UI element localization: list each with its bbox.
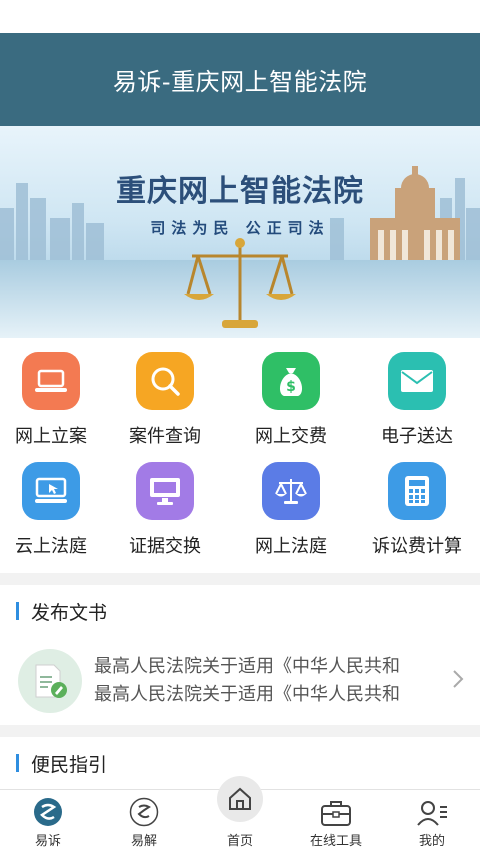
service-label: 证据交换	[129, 536, 201, 557]
documents-list[interactable]: 最高人民法院关于适用《中华人民共和 最高人民法院关于适用《中华人民共和	[0, 637, 480, 725]
tab-label: 易诉	[34, 834, 61, 849]
service-fee-calculator[interactable]: 诉讼费计算	[354, 462, 480, 572]
documents-header: 发布文书	[0, 585, 480, 637]
service-cloud-court[interactable]: 云上法庭	[0, 462, 102, 572]
accent-bar	[16, 754, 19, 772]
section-title: 便民指引	[31, 753, 108, 776]
tab-mine[interactable]: 我的	[384, 790, 480, 853]
scales-of-justice-icon	[184, 238, 296, 328]
bottom-tab-bar: 易诉 易解 首页 在线工具 我的	[0, 776, 480, 853]
service-evidence-exchange[interactable]: 证据交换	[102, 462, 228, 572]
service-e-delivery[interactable]: 电子送达	[354, 352, 480, 462]
service-online-payment[interactable]: $ 网上交费	[228, 352, 354, 462]
briefcase-icon	[321, 801, 351, 826]
service-label: 电子送达	[381, 426, 453, 447]
money-bag-icon: $	[262, 352, 320, 410]
tab-yijie[interactable]: 易解	[96, 790, 192, 853]
home-icon	[217, 776, 263, 822]
service-online-court[interactable]: 网上法庭	[228, 462, 354, 572]
title-bar: 易诉-重庆网上智能法院	[0, 33, 480, 126]
svg-text:$: $	[286, 379, 296, 395]
divider	[0, 725, 480, 737]
tab-label: 我的	[418, 834, 445, 849]
monitor-icon	[136, 462, 194, 520]
status-bar	[0, 0, 480, 33]
scales-icon	[262, 462, 320, 520]
service-online-filing[interactable]: 网上立案	[0, 352, 102, 462]
document-item[interactable]: 最高人民法院关于适用《中华人民共和	[94, 653, 400, 681]
tab-label: 首页	[226, 834, 253, 849]
tab-label: 易解	[130, 834, 157, 849]
divider	[0, 573, 480, 585]
banner[interactable]: 重庆网上智能法院 司法为民 公正司法	[0, 126, 480, 338]
service-label: 案件查询	[129, 426, 201, 447]
section-title: 发布文书	[31, 601, 108, 624]
calculator-icon	[388, 462, 446, 520]
service-label: 云上法庭	[15, 536, 87, 557]
tab-yisu[interactable]: 易诉	[0, 790, 96, 853]
mail-icon	[388, 352, 446, 410]
service-grid: 网上立案 案件查询 $ 网上交费 电子送达 云上法庭 证据交换 网上法庭 诉讼费…	[0, 338, 480, 573]
documents-section: 发布文书 最高人民法院关于适用《中华人民共和 最高人民法院关于适用《中华人民共和	[0, 585, 480, 725]
chevron-right-icon[interactable]	[452, 669, 464, 689]
tab-home[interactable]: 首页	[192, 776, 288, 853]
laptop-icon	[22, 352, 80, 410]
screen-cursor-icon	[22, 462, 80, 520]
page-title: 易诉-重庆网上智能法院	[112, 68, 368, 96]
document-item[interactable]: 最高人民法院关于适用《中华人民共和	[94, 681, 400, 709]
tab-online-tools[interactable]: 在线工具	[288, 790, 384, 853]
accent-bar	[16, 602, 19, 620]
tab-label: 在线工具	[309, 834, 362, 849]
banner-title: 重庆网上智能法院	[116, 174, 364, 209]
service-label: 网上立案	[15, 426, 87, 447]
document-icon	[18, 649, 82, 713]
service-label: 网上法庭	[255, 536, 327, 557]
service-case-query[interactable]: 案件查询	[102, 352, 228, 462]
service-label: 诉讼费计算	[372, 536, 462, 557]
yisu-logo-icon	[34, 798, 62, 826]
yijie-logo-icon	[129, 797, 159, 827]
service-label: 网上交费	[255, 426, 327, 447]
search-icon	[136, 352, 194, 410]
user-icon	[417, 801, 447, 826]
